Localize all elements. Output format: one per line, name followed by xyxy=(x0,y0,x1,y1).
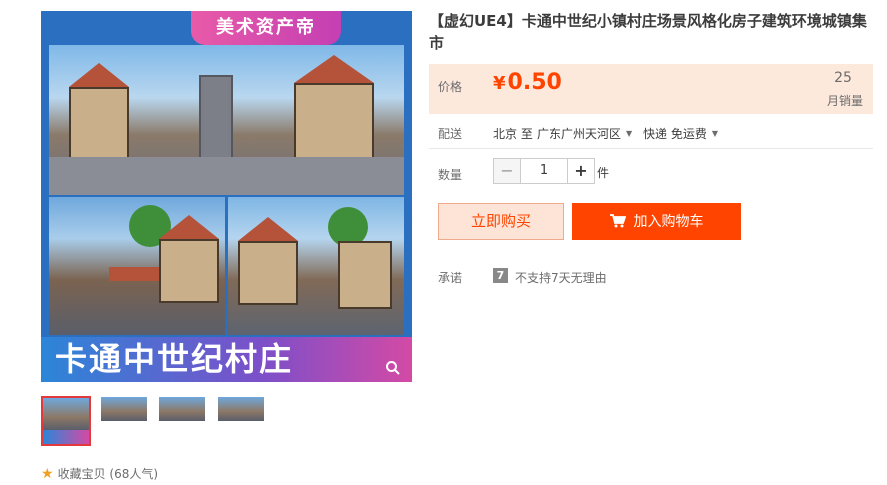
image-banner-bottom: 卡通中世纪村庄 xyxy=(41,337,412,382)
image-banner-top: 美术资产帝 xyxy=(191,11,341,45)
thumbnail-1[interactable] xyxy=(41,396,91,446)
thumbnail-4[interactable] xyxy=(218,397,264,421)
quantity-unit: 件 xyxy=(597,166,610,180)
monthly-sales-count: 25 xyxy=(834,70,852,86)
quantity-decrease-button[interactable]: − xyxy=(493,158,521,184)
image-scene-alley xyxy=(228,197,404,335)
delivery-from: 北京 至 xyxy=(493,127,533,141)
buy-now-button[interactable]: 立即购买 xyxy=(438,203,564,240)
add-to-cart-label: 加入购物车 xyxy=(633,214,704,230)
monthly-sales-label: 月销量 xyxy=(827,94,864,108)
search-icon[interactable] xyxy=(385,360,403,378)
quantity-stepper: − 1 + xyxy=(493,158,595,184)
delivery-label: 配送 xyxy=(438,127,463,141)
divider xyxy=(429,148,873,149)
delivery-destination: 广东广州天河区 xyxy=(537,127,622,141)
cart-icon xyxy=(609,203,626,240)
quantity-input[interactable]: 1 xyxy=(521,158,567,184)
delivery-destination-select[interactable]: 广东广州天河区 ▼ xyxy=(537,125,632,142)
delivery-method-select[interactable]: 快递 免运费 ▼ xyxy=(643,125,718,142)
favorite-popularity: (68人气) xyxy=(109,467,159,481)
favorite-label: 收藏宝贝 xyxy=(57,467,106,481)
currency-symbol: ¥ xyxy=(493,73,506,94)
main-product-image[interactable]: 美术资产帝 卡通中世纪村庄 xyxy=(41,11,412,382)
price-amount: 0.50 xyxy=(507,70,562,95)
chevron-down-icon: ▼ xyxy=(711,129,718,138)
add-to-cart-button[interactable]: 加入购物车 xyxy=(572,203,741,240)
price-label: 价格 xyxy=(438,80,463,94)
delivery-method: 快递 免运费 xyxy=(643,127,707,141)
thumbnail-2[interactable] xyxy=(101,397,147,421)
chevron-down-icon: ▼ xyxy=(626,129,633,138)
thumbnail-3[interactable] xyxy=(159,397,205,421)
image-scene-village-street xyxy=(49,45,404,195)
no-return-badge-icon: 7 xyxy=(493,268,508,283)
promise-label: 承诺 xyxy=(438,271,463,285)
image-scene-market xyxy=(49,197,225,335)
quantity-label: 数量 xyxy=(438,168,463,182)
favorite-link[interactable]: ★ 收藏宝贝 (68人气) xyxy=(41,465,158,482)
quantity-increase-button[interactable]: + xyxy=(567,158,595,184)
price-value: ¥0.50 xyxy=(493,70,562,95)
product-title: 【虚幻UE4】卡通中世纪小镇村庄场景风格化房子建筑环境城镇集市 xyxy=(429,12,867,52)
promise-text: 不支持7天无理由 xyxy=(515,271,607,285)
star-icon: ★ xyxy=(41,466,54,482)
